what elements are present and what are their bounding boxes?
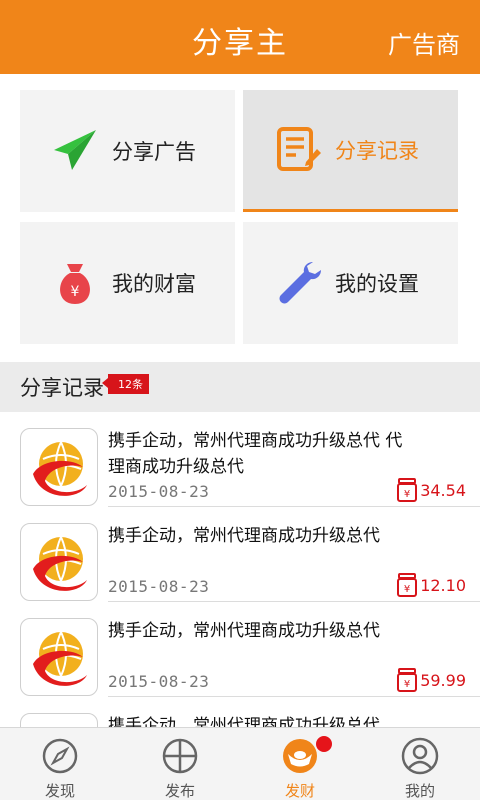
tab-label: 发财: [284, 782, 315, 800]
tile-label: 分享记录: [335, 138, 419, 163]
item-thumbnail: [20, 713, 98, 727]
amount-value: 12.10: [420, 575, 466, 595]
amount-value: 34.54: [420, 480, 466, 500]
tile-my-settings[interactable]: 我的设置: [243, 222, 458, 344]
globe-logo-icon: [59, 726, 63, 727]
bottom-tab-bar: 发现 发布 发财 我的: [0, 727, 480, 800]
globe-logo-icon: [33, 631, 87, 686]
item-amount: ¥ 34.54: [397, 478, 466, 502]
tab-label: 发现: [44, 782, 75, 800]
tile-label: 我的财富: [112, 272, 196, 296]
tab-discover[interactable]: 发现: [0, 728, 120, 801]
item-thumbnail: [20, 618, 98, 696]
tile-my-wealth[interactable]: ¥ 我的财富: [20, 222, 235, 344]
function-grid: 分享广告 分享记录 ¥ 我的财富 我的设置: [0, 74, 480, 360]
section-title: 分享记录: [20, 376, 104, 400]
list-item[interactable]: 携手企动，常州代理商成功升级总代 2015-08-23 ¥ 59.99: [0, 602, 480, 697]
item-thumbnail: [20, 428, 98, 506]
item-amount: ¥ 12.10: [397, 573, 466, 597]
item-title: 携手企动，常州代理商成功升级总代: [108, 716, 380, 727]
tab-label: 我的: [404, 782, 435, 800]
item-date: 2015-08-23: [108, 672, 210, 691]
app-header: 分享主 广告商: [0, 0, 480, 74]
tile-label: 我的设置: [335, 272, 419, 296]
item-thumbnail: [20, 523, 98, 601]
tile-label: 分享广告: [112, 140, 196, 164]
section-header: 分享记录 12条: [0, 362, 480, 412]
plus-circle-icon: [162, 738, 198, 774]
list-item[interactable]: 携手企动，常州代理商成功升级总代 2015-08-23 ¥ 12.10: [0, 507, 480, 602]
svg-text:¥: ¥: [404, 679, 410, 690]
list-item[interactable]: 携手企动，常州代理商成功升级总代: [0, 697, 480, 727]
globe-logo-icon: [33, 441, 87, 496]
tab-fortune[interactable]: 发财: [240, 728, 360, 801]
user-icon: [401, 737, 439, 775]
money-bag-icon: ¥: [60, 264, 90, 304]
tile-share-ad[interactable]: 分享广告: [20, 90, 235, 212]
amount-value: 59.99: [420, 670, 466, 690]
document-edit-icon: [277, 126, 321, 171]
notification-dot: [316, 736, 332, 752]
cash-jar-icon: ¥: [397, 573, 418, 597]
cash-jar-icon: ¥: [397, 668, 418, 692]
wrench-icon: [279, 262, 321, 304]
record-list[interactable]: 携手企动，常州代理商成功升级总代 代理商成功升级总代 2015-08-23 ¥ …: [0, 412, 480, 727]
paper-plane-icon: [54, 130, 96, 170]
globe-logo-icon: [33, 536, 87, 591]
tab-label: 发布: [164, 782, 195, 800]
item-amount: ¥ 59.99: [397, 668, 466, 692]
ingot-icon: [283, 739, 317, 773]
svg-text:¥: ¥: [404, 489, 410, 500]
cash-jar-icon: ¥: [397, 478, 418, 502]
tab-publish[interactable]: 发布: [120, 728, 240, 801]
item-title: 携手企动，常州代理商成功升级总代 代理商成功升级总代: [108, 431, 403, 477]
item-title: 携手企动，常州代理商成功升级总代: [108, 526, 380, 546]
svg-text:¥: ¥: [404, 584, 410, 595]
item-title: 携手企动，常州代理商成功升级总代: [108, 621, 380, 641]
compass-icon: [42, 738, 78, 774]
item-date: 2015-08-23: [108, 482, 210, 501]
count-badge: 12条: [102, 374, 149, 394]
list-item[interactable]: 携手企动，常州代理商成功升级总代 代理商成功升级总代 2015-08-23 ¥ …: [0, 412, 480, 507]
svg-text:¥: ¥: [71, 284, 80, 300]
tab-mine[interactable]: 我的: [360, 728, 480, 801]
tile-share-records[interactable]: 分享记录: [243, 90, 458, 212]
advertiser-switch-button[interactable]: 广告商: [388, 25, 460, 60]
item-date: 2015-08-23: [108, 577, 210, 596]
